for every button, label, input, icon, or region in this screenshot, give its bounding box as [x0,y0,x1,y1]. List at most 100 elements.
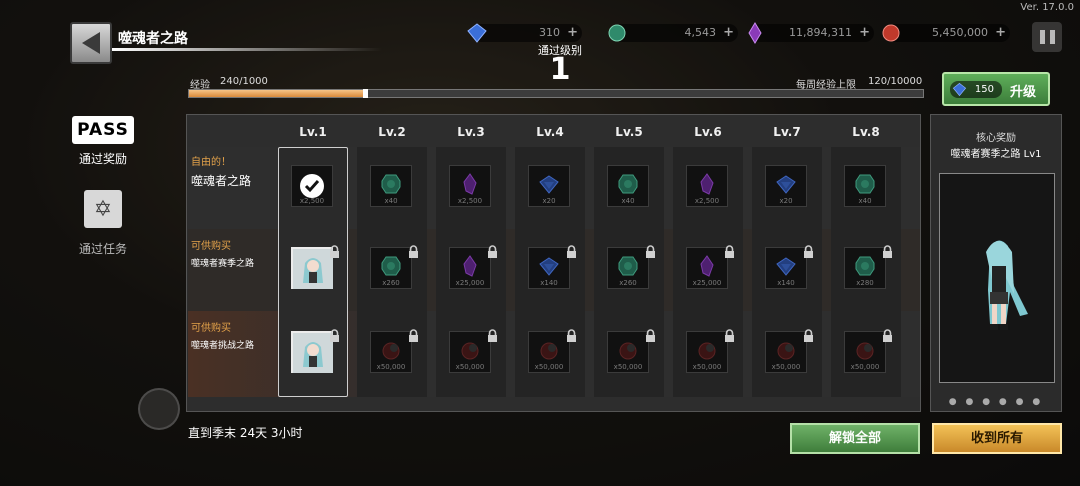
level-header: Lv.7 [773,125,801,139]
add-fire-button[interactable]: + [995,24,1006,42]
add-essence-button[interactable]: + [723,24,734,42]
reward-slot[interactable]: x50,000 [370,331,412,373]
character-icon [293,249,333,293]
currency-gem-value: 310 [539,26,560,39]
season-countdown: 直到季末 24天 3小时 [188,426,303,440]
reward-slot[interactable]: x25,000 [449,247,491,289]
row-name: 噬魂者之路 [191,174,252,188]
reward-slot[interactable]: x140 [528,247,570,289]
reward-slot[interactable]: x280 [844,247,886,289]
pass-rewards-tab[interactable]: PASS [72,116,134,144]
reward-slot[interactable]: x50,000 [528,331,570,373]
reward-slot[interactable]: x50,000 [607,331,649,373]
lock-icon [802,243,815,258]
back-arrow-icon [82,32,100,54]
row-label-challenge: 可供购买 噬魂者挑战之路 [191,319,273,351]
lock-icon [565,327,578,342]
reward-quantity: x50,000 [850,363,880,371]
reward-quantity: x2,500 [694,197,720,205]
reward-slot[interactable]: x260 [370,247,412,289]
reward-grid-panel: 自由的！ 噬魂者之路 可供购买 噬魂者赛季之路 可供购买 噬魂者挑战之路 Lv.… [186,114,921,412]
currency-fire: 5,450,000 + [882,24,1010,42]
carousel-pager[interactable]: ● ● ● ● ● ● [931,397,1061,407]
reward-quantity: x50,000 [692,363,722,371]
weekly-exp-value: 120/10000 [868,76,923,87]
reward-quantity: x20 [542,197,556,205]
core-reward-preview[interactable] [939,173,1055,383]
core-reward-panel: 核心奖励 噬魂者赛季之路 Lv1 ● ● ● ● ● ● [930,114,1062,412]
star-of-david-icon: ✡ [93,196,113,222]
blue-gem-icon [952,82,967,97]
reward-slot[interactable] [291,331,333,373]
reward-slot[interactable]: x2,500 [449,165,491,207]
reward-slot[interactable]: x2,500 [291,165,333,207]
pause-button[interactable] [1032,22,1062,52]
add-gem-button[interactable]: + [567,24,578,42]
add-soul-button[interactable]: + [859,24,870,42]
reward-slot[interactable]: x50,000 [844,331,886,373]
currency-soul: 11,894,311 + [748,22,874,44]
lock-icon [802,327,815,342]
back-button[interactable] [70,22,112,64]
row-tag: 可供购买 [191,323,231,334]
reward-slot[interactable]: x20 [528,165,570,207]
lock-icon [486,327,499,342]
currency-fire-value: 5,450,000 [932,26,988,39]
lock-icon [644,243,657,258]
reward-quantity: x25,000 [692,279,722,287]
reward-slot[interactable]: x50,000 [449,331,491,373]
currency-gem: 310 + [467,23,582,43]
reward-quantity: x25,000 [455,279,485,287]
reward-slot[interactable]: x25,000 [686,247,728,289]
reward-quantity: x50,000 [534,363,564,371]
lock-icon [723,243,736,258]
upgrade-cost-value: 150 [974,84,994,95]
reward-slot[interactable]: x260 [607,247,649,289]
reward-slot[interactable]: x40 [844,165,886,207]
unlock-all-button[interactable]: 解锁全部 [790,423,920,454]
upgrade-button[interactable]: 150 升级 [942,72,1050,106]
reward-quantity: x50,000 [613,363,643,371]
title-underline [112,48,382,51]
lock-icon [407,243,420,258]
level-header: Lv.2 [378,125,406,139]
reward-slot[interactable]: x20 [765,165,807,207]
row-tag: 可供购买 [191,241,231,252]
pass-level-value: 1 [549,52,571,87]
green-orb-icon [608,24,626,42]
joystick[interactable] [138,388,180,430]
reward-quantity: x280 [856,279,874,287]
upgrade-cost: 150 [950,81,1002,98]
currency-soul-value: 11,894,311 [789,26,852,39]
collect-all-button[interactable]: 收到所有 [932,423,1062,454]
reward-quantity: x20 [779,197,793,205]
reward-slot[interactable]: x40 [607,165,649,207]
reward-slot[interactable]: x140 [765,247,807,289]
reward-quantity: x260 [619,279,637,287]
reward-slot[interactable]: x40 [370,165,412,207]
reward-slot[interactable]: x2,500 [686,165,728,207]
lock-icon [486,243,499,258]
exp-progress-knob [363,89,369,98]
reward-slot[interactable]: x50,000 [686,331,728,373]
lock-icon [565,243,578,258]
currency-essence-value: 4,543 [684,26,717,39]
pass-tasks-caption: 通过任务 [78,242,127,256]
level-header: Lv.8 [852,125,880,139]
reward-slot[interactable]: x50,000 [765,331,807,373]
reward-quantity: x260 [382,279,400,287]
level-header: Lv.1 [299,125,327,139]
version-label: Ver. 17.0.0 [1020,2,1074,13]
reward-quantity: x50,000 [455,363,485,371]
reward-quantity: x2,500 [457,197,483,205]
lock-icon [328,243,341,258]
row-name: 噬魂者挑战之路 [191,341,255,351]
pass-tasks-tab[interactable]: ✡ [84,190,122,228]
row-label-season: 可供购买 噬魂者赛季之路 [191,237,273,269]
row-name: 噬魂者赛季之路 [191,259,255,269]
reward-slot[interactable] [291,247,333,289]
exp-progress-bar [188,89,924,98]
reward-quantity: x140 [540,279,558,287]
character-portrait-icon [986,240,1028,330]
level-header: Lv.3 [457,125,485,139]
